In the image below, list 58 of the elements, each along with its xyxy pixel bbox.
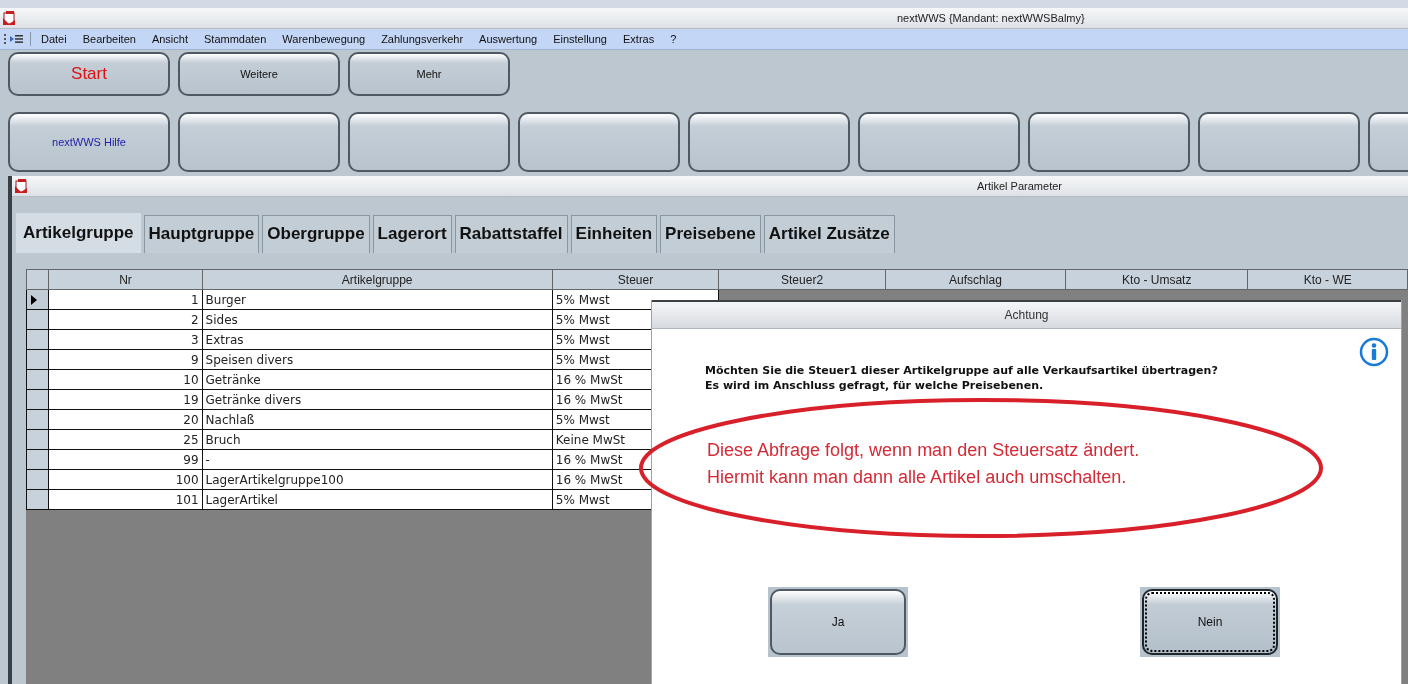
column-header[interactable]: Kto - WE (1247, 269, 1408, 290)
tab[interactable]: Einheiten (570, 215, 658, 253)
menu-item[interactable]: Warenbewegung (282, 33, 366, 45)
annotation-text: Hiermit kann man dann alle Artikel auch umschalten. (707, 466, 1128, 489)
row-header[interactable] (26, 369, 49, 390)
column-header[interactable]: Nr (48, 269, 203, 290)
app-icon (14, 178, 29, 194)
menu-item[interactable]: Stammdaten (204, 33, 267, 45)
toolbar-button[interactable] (178, 112, 340, 172)
app-icon (2, 10, 17, 26)
row-header[interactable] (26, 309, 49, 330)
menu-item[interactable]: ? (670, 33, 677, 45)
tab[interactable]: Artikel Zusätze (763, 215, 895, 253)
row-header[interactable] (26, 489, 49, 510)
toolbar-button[interactable] (1198, 112, 1360, 172)
row-header[interactable] (26, 429, 49, 450)
toolbar-button[interactable] (348, 112, 510, 172)
row-pointer-icon (30, 293, 38, 306)
tab[interactable]: Lagerort (372, 215, 452, 253)
menu-item[interactable]: Bearbeiten (82, 33, 136, 45)
row-header[interactable] (26, 449, 49, 470)
info-icon (1359, 337, 1389, 367)
row-header[interactable] (26, 329, 49, 350)
tab[interactable]: Preisebene (660, 215, 761, 253)
menu-item[interactable]: Zahlungsverkehr (381, 33, 464, 45)
tab[interactable]: Artikelgruppe (16, 213, 141, 253)
toolbar-button[interactable] (688, 112, 850, 172)
row-header[interactable] (26, 349, 49, 370)
row-header[interactable] (26, 409, 49, 430)
column-header[interactable]: Artikelgruppe (202, 269, 553, 290)
row-header[interactable] (26, 469, 49, 490)
row-header[interactable] (26, 389, 49, 410)
menu-item[interactable]: Extras (623, 33, 655, 45)
toolbar-button[interactable]: Mehr (348, 52, 510, 96)
tab[interactable]: Rabattstaffel (454, 215, 568, 253)
toolbar-button[interactable]: nextWWS Hilfe (8, 112, 170, 172)
menu-item[interactable]: Einstellung (553, 33, 607, 45)
column-header[interactable]: Aufschlag (885, 269, 1066, 290)
dialog-title: Achtung (1004, 308, 1049, 322)
column-header[interactable]: Steuer2 (718, 269, 886, 290)
dialog-button[interactable]: Ja (770, 589, 906, 655)
toolbar-button[interactable]: Weitere (178, 52, 340, 96)
menu-item[interactable]: Auswertung (479, 33, 538, 45)
tab[interactable]: Obergruppe (262, 215, 370, 253)
menu-item[interactable]: Ansicht (151, 33, 188, 45)
window-title: nextWWS {Mandant: nextWWSBalmy} (897, 12, 1085, 24)
window-title: Artikel Parameter (977, 180, 1062, 192)
column-header[interactable]: Kto - Umsatz (1065, 269, 1248, 290)
tab[interactable]: Hauptgruppe (143, 215, 260, 253)
column-header[interactable]: Steuer (552, 269, 719, 290)
menu-item[interactable]: Datei (41, 33, 67, 45)
dialog-button[interactable]: Nein (1142, 589, 1278, 655)
annotation-text: Diese Abfrage folgt, wenn man den Steuersatz ändert. (707, 439, 1140, 462)
menu-toggle-icon (4, 32, 24, 46)
toolbar-button[interactable] (1028, 112, 1190, 172)
row-header[interactable] (26, 289, 49, 310)
toolbar-button[interactable] (518, 112, 680, 172)
toolbar-button[interactable] (858, 112, 1020, 172)
